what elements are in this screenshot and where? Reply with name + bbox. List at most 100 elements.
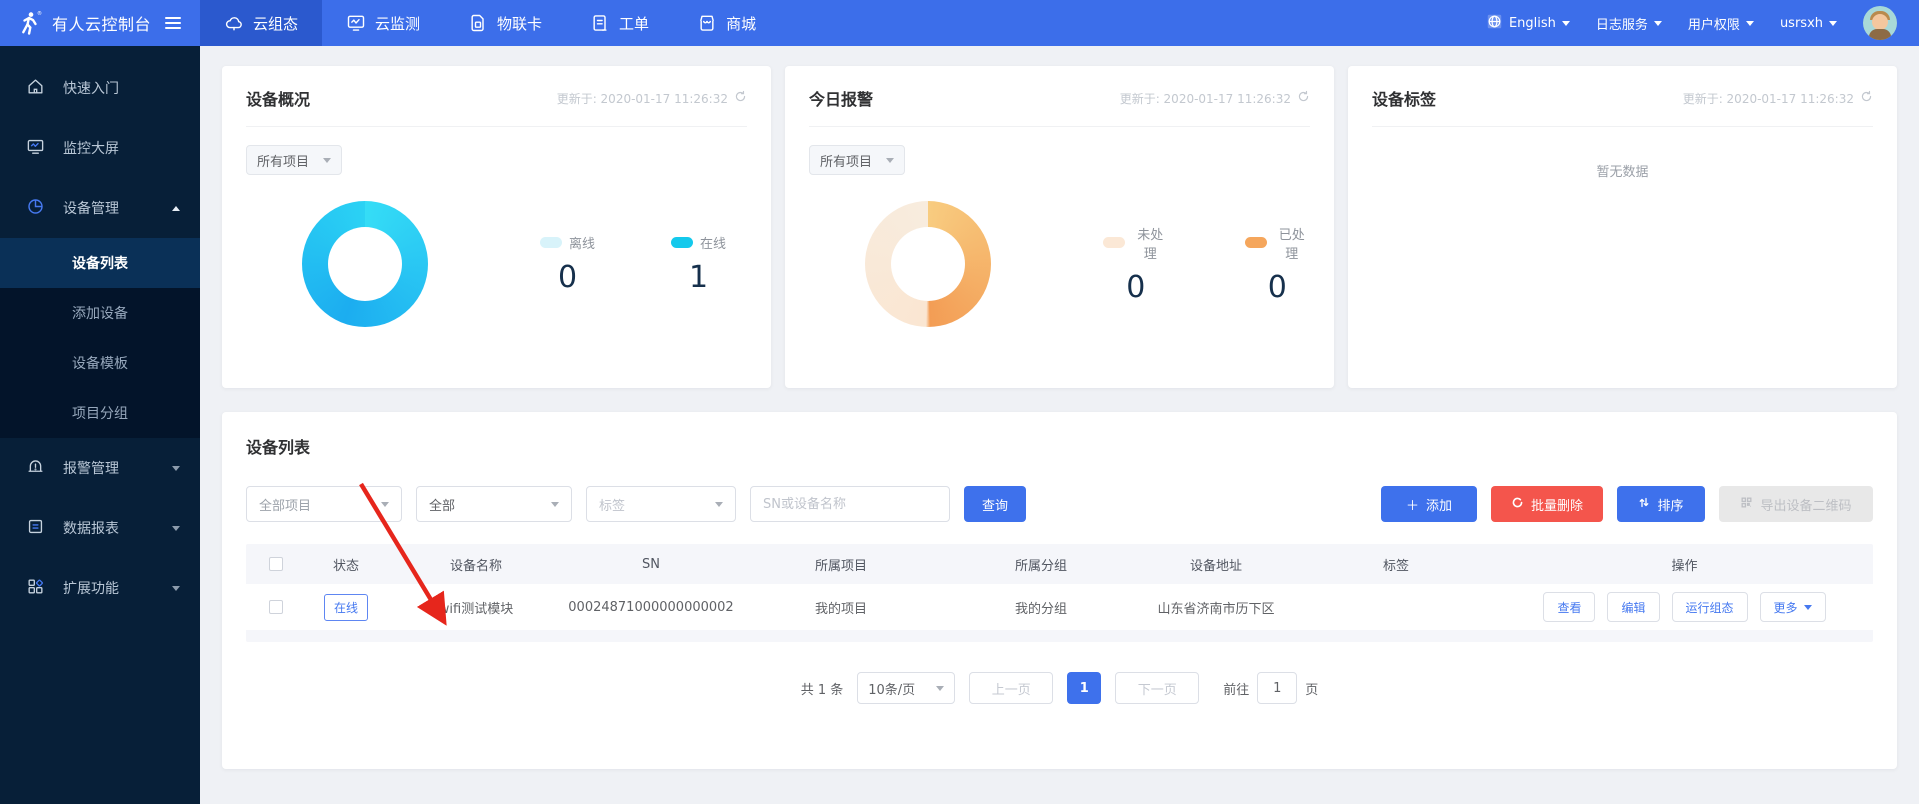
- export-qr-button[interactable]: 导出设备二维码: [1719, 486, 1873, 522]
- chevron-down-icon: [936, 686, 944, 695]
- goto-suffix: 页: [1305, 679, 1318, 698]
- device-tags-card: 设备标签 更新于: 2020-01-17 11:26:32 暂无数据: [1348, 66, 1897, 388]
- prev-page-button[interactable]: 上一页: [969, 672, 1053, 704]
- work-order-icon: [590, 13, 610, 33]
- goto-page-input[interactable]: [1257, 672, 1297, 704]
- header-project: 所属项目: [736, 555, 946, 574]
- search-input[interactable]: [750, 486, 950, 522]
- empty-data-text: 暂无数据: [1372, 161, 1873, 180]
- tag-filter-dropdown[interactable]: 标签: [586, 486, 736, 522]
- data-report-icon: [26, 517, 45, 540]
- batch-delete-button[interactable]: 批量删除: [1491, 486, 1603, 522]
- legend-swatch: [540, 237, 562, 248]
- extensions-icon: [26, 577, 45, 600]
- header-address: 设备地址: [1136, 555, 1296, 574]
- sidebar-item-add-device[interactable]: 添加设备: [0, 288, 200, 338]
- sidebar-item-project-group[interactable]: 项目分组: [0, 388, 200, 438]
- project-filter-select[interactable]: 所有项目: [809, 145, 905, 175]
- alarm-bell-icon: [26, 457, 45, 480]
- alarm-status-donut-chart: [865, 201, 991, 327]
- chevron-down-icon: [1804, 605, 1812, 614]
- legend-unprocessed: 未处理 0: [1103, 224, 1169, 305]
- sidebar-item-quick-start[interactable]: 快速入门: [0, 58, 200, 118]
- project-filter-select[interactable]: 所有项目: [246, 145, 342, 175]
- header-sn: SN: [566, 557, 736, 572]
- legend-swatch: [1245, 237, 1267, 248]
- tab-mall[interactable]: 商城: [673, 0, 780, 46]
- updated-timestamp: 更新于: 2020-01-17 11:26:32: [557, 90, 747, 107]
- usr-cloud-console: ® 有人云控制台 云组态 云监测 物联卡 工单: [0, 0, 1919, 804]
- sidebar: 快速入门 监控大屏 设备管理 设备列表 添加设备 设备模板 项目分组 报警管理: [0, 46, 200, 804]
- language-switcher[interactable]: English: [1486, 13, 1570, 34]
- sidebar-item-monitor-screen[interactable]: 监控大屏: [0, 118, 200, 178]
- sim-card-icon: [468, 13, 488, 33]
- tab-work-order[interactable]: 工单: [566, 0, 673, 46]
- card-title: 今日报警: [809, 86, 873, 110]
- tab-cloud-scada[interactable]: 云组态: [200, 0, 322, 46]
- legend-offline: 离线 0: [540, 233, 595, 295]
- chevron-down-icon: [172, 586, 180, 595]
- brand-area[interactable]: ® 有人云控制台: [0, 0, 200, 46]
- sidebar-item-data-report[interactable]: 数据报表: [0, 498, 200, 558]
- chevron-down-icon: [381, 502, 389, 511]
- nav-tabs: 云组态 云监测 物联卡 工单 商城: [200, 0, 780, 46]
- offline-count: 0: [540, 260, 595, 295]
- sidebar-item-alarm-management[interactable]: 报警管理: [0, 438, 200, 498]
- unprocessed-count: 0: [1103, 270, 1169, 305]
- next-page-button[interactable]: 下一页: [1115, 672, 1199, 704]
- legend-swatch: [1103, 237, 1125, 248]
- sidebar-item-device-template[interactable]: 设备模板: [0, 338, 200, 388]
- query-button[interactable]: 查询: [964, 486, 1026, 522]
- project-filter-dropdown[interactable]: 全部项目: [246, 486, 402, 522]
- updated-timestamp: 更新于: 2020-01-17 11:26:32: [1120, 90, 1310, 107]
- add-device-button[interactable]: ＋添加: [1381, 486, 1477, 522]
- sidebar-item-device-list[interactable]: 设备列表: [0, 238, 200, 288]
- globe-icon: [1486, 13, 1503, 34]
- select-all-checkbox[interactable]: [269, 557, 283, 571]
- status-filter-dropdown[interactable]: 全部: [416, 486, 572, 522]
- project-cell: 我的项目: [736, 598, 946, 617]
- page-1-button[interactable]: 1: [1067, 672, 1101, 704]
- sidebar-item-device-management[interactable]: 设备管理: [0, 178, 200, 238]
- status-badge: 在线: [324, 594, 368, 621]
- qr-icon: [1740, 496, 1753, 513]
- edit-button[interactable]: 编辑: [1607, 592, 1659, 622]
- card-title: 设备标签: [1372, 86, 1436, 110]
- view-button[interactable]: 查看: [1543, 592, 1595, 622]
- more-button[interactable]: 更多: [1760, 592, 1826, 622]
- refresh-icon[interactable]: [734, 90, 747, 106]
- page-size-select[interactable]: 10条/页: [857, 672, 955, 704]
- store-icon: [697, 13, 717, 33]
- tab-cloud-monitor[interactable]: 云监测: [322, 0, 444, 46]
- avatar[interactable]: [1863, 6, 1897, 40]
- device-status-donut-chart: [302, 201, 428, 327]
- monitor-wave-icon: [346, 13, 366, 33]
- header-status: 状态: [306, 555, 386, 574]
- account-menu[interactable]: usrsxh: [1780, 16, 1837, 31]
- nav-right: English 日志服务 用户权限 usrsxh: [1486, 0, 1919, 46]
- chevron-down-icon: [172, 466, 180, 475]
- refresh-icon[interactable]: [1860, 90, 1873, 106]
- table-row: 在线 wifi测试模块 00024871000000000002 我的项目 我的…: [246, 584, 1873, 630]
- device-name-cell: wifi测试模块: [386, 598, 566, 617]
- sidebar-item-extensions[interactable]: 扩展功能: [0, 558, 200, 618]
- refresh-icon[interactable]: [1297, 90, 1310, 106]
- log-service-menu[interactable]: 日志服务: [1596, 14, 1662, 33]
- row-checkbox[interactable]: [269, 600, 283, 614]
- card-title: 设备概况: [246, 86, 310, 110]
- big-screen-icon: [26, 137, 45, 160]
- run-scada-button[interactable]: 运行组态: [1672, 592, 1748, 622]
- cloud-icon: [224, 13, 244, 33]
- chevron-down-icon: [1746, 21, 1754, 30]
- user-rights-menu[interactable]: 用户权限: [1688, 14, 1754, 33]
- chevron-up-icon: [172, 202, 180, 211]
- header-group: 所属分组: [946, 555, 1136, 574]
- legend-processed: 已处理 0: [1245, 224, 1311, 305]
- tab-iot-sim[interactable]: 物联卡: [444, 0, 566, 46]
- device-management-submenu: 设备列表 添加设备 设备模板 项目分组: [0, 238, 200, 438]
- header-tag: 标签: [1296, 555, 1496, 574]
- sort-button[interactable]: 排序: [1617, 486, 1705, 522]
- legend-online: 在线 1: [671, 233, 726, 295]
- hamburger-icon[interactable]: [165, 17, 181, 29]
- header-actions: 操作: [1496, 555, 1873, 574]
